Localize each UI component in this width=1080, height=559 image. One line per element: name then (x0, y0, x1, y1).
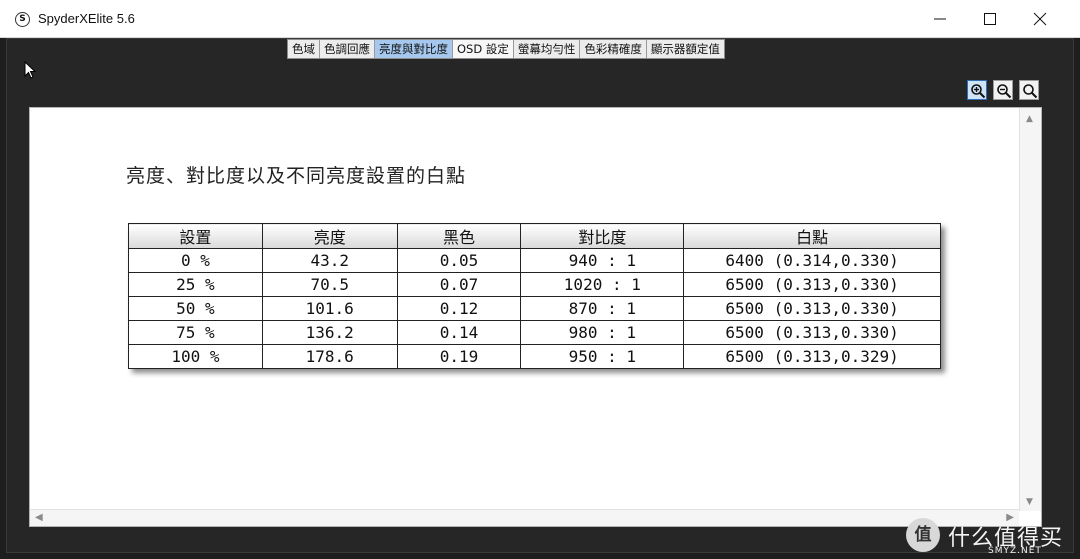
cell-black: 0.07 (396, 272, 522, 297)
table-row: 0 % 43.2 0.05 940 : 1 6400 (0.314,0.330) (128, 248, 941, 273)
table-row: 100 % 178.6 0.19 950 : 1 6500 (0.313,0.3… (128, 344, 941, 369)
watermark-subtext: SMYZ.NET (988, 546, 1042, 556)
cell-white-point: 6500 (0.313,0.329) (683, 344, 941, 369)
tab-tone-response[interactable]: 色調回應 (320, 40, 375, 58)
cell-black: 0.14 (396, 320, 522, 345)
cell-white-point: 6500 (0.313,0.330) (683, 296, 941, 321)
cell-white-point: 6400 (0.314,0.330) (683, 248, 941, 273)
tab-color-accuracy[interactable]: 色彩精確度 (580, 40, 647, 58)
scroll-up-icon[interactable]: ▲ (1026, 114, 1033, 124)
cell-setting: 0 % (128, 248, 263, 273)
mouse-cursor-icon (24, 61, 37, 79)
cell-brightness: 178.6 (261, 344, 398, 369)
app-logo-icon: S (15, 12, 30, 27)
column-header-brightness: 亮度 (261, 223, 398, 249)
cell-contrast: 940 : 1 (520, 248, 685, 273)
cell-black: 0.12 (396, 296, 522, 321)
zoom-fit-icon (1023, 84, 1038, 99)
zoom-out-icon (997, 84, 1012, 99)
cell-black: 0.05 (396, 248, 522, 273)
column-header-white-point: 白點 (683, 223, 941, 249)
report-title: 亮度、對比度以及不同亮度設置的白點 (126, 165, 467, 187)
cell-contrast: 980 : 1 (520, 320, 685, 345)
cell-white-point: 6500 (0.313,0.330) (683, 320, 941, 345)
table-row: 50 % 101.6 0.12 870 : 1 6500 (0.313,0.33… (128, 296, 941, 321)
table-header-row: 設置 亮度 黑色 對比度 白點 (128, 223, 941, 249)
cell-white-point: 6500 (0.313,0.330) (683, 272, 941, 297)
maximize-button[interactable] (966, 0, 1014, 38)
cell-brightness: 70.5 (261, 272, 398, 297)
vertical-scrollbar[interactable]: ▲ ▼ (1019, 108, 1041, 511)
cell-brightness: 101.6 (261, 296, 398, 321)
column-header-black: 黑色 (396, 223, 522, 249)
cell-brightness: 136.2 (261, 320, 398, 345)
cell-setting: 75 % (128, 320, 263, 345)
brightness-contrast-table: 設置 亮度 黑色 對比度 白點 0 % 43.2 0.05 940 : 1 64… (128, 223, 941, 369)
cell-contrast: 950 : 1 (520, 344, 685, 369)
zoom-out-button[interactable] (993, 80, 1013, 100)
watermark-badge: 值 (906, 518, 940, 552)
maximize-icon (984, 13, 996, 25)
cell-setting: 100 % (128, 344, 263, 369)
title-bar: S SpyderXElite 5.6 (0, 0, 1080, 38)
cell-black: 0.19 (396, 344, 522, 369)
zoom-in-icon (971, 84, 986, 99)
watermark: 值 什么值得买 SMYZ.NET (906, 515, 1076, 559)
close-button[interactable] (1016, 0, 1064, 38)
table-row: 75 % 136.2 0.14 980 : 1 6500 (0.313,0.33… (128, 320, 941, 345)
close-icon (1033, 12, 1047, 26)
tab-brightness-contrast[interactable]: 亮度與對比度 (375, 40, 453, 58)
cell-contrast: 870 : 1 (520, 296, 685, 321)
column-header-contrast: 對比度 (520, 223, 685, 249)
horizontal-scrollbar[interactable]: ◀ ▶ (30, 509, 1019, 526)
tab-display-rating[interactable]: 顯示器額定值 (646, 40, 724, 58)
cell-brightness: 43.2 (261, 248, 398, 273)
tab-osd-settings[interactable]: OSD 設定 (453, 40, 514, 58)
zoom-fit-button[interactable] (1019, 80, 1039, 100)
minimize-button[interactable] (916, 0, 964, 38)
scroll-down-icon[interactable]: ▼ (1026, 497, 1033, 507)
window-title: SpyderXElite 5.6 (38, 11, 135, 26)
zoom-in-button[interactable] (967, 80, 987, 100)
minimize-icon (934, 18, 946, 20)
cell-contrast: 1020 : 1 (520, 272, 685, 297)
cell-setting: 25 % (128, 272, 263, 297)
report-tabs: 色域 色調回應 亮度與對比度 OSD 設定 螢幕均勻性 色彩精確度 顯示器額定值 (287, 39, 725, 59)
column-header-setting: 設置 (128, 223, 263, 249)
table-row: 25 % 70.5 0.07 1020 : 1 6500 (0.313,0.33… (128, 272, 941, 297)
tab-gamut[interactable]: 色域 (288, 40, 320, 58)
scroll-left-icon[interactable]: ◀ (35, 512, 43, 523)
cell-setting: 50 % (128, 296, 263, 321)
tab-screen-uniformity[interactable]: 螢幕均勻性 (513, 40, 581, 58)
